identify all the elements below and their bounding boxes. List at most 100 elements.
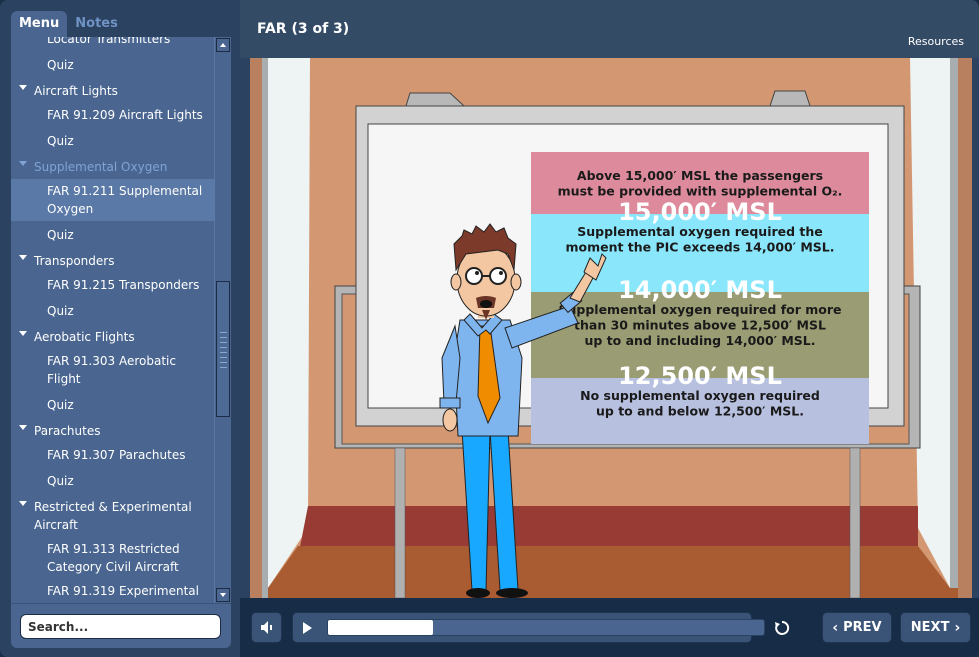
replay-icon[interactable] xyxy=(773,619,791,637)
glasses-left xyxy=(465,267,483,285)
menu-panel: Locator Transmitters Quiz Aircraft Lights F… xyxy=(11,37,231,603)
menu-item-label: Aerobatic Flights xyxy=(34,330,135,344)
board-clip-right xyxy=(769,90,811,107)
band-text: must be provided with supplemental O₂. xyxy=(558,184,843,199)
menu-scrollbar[interactable] xyxy=(214,37,231,603)
caret-down-icon xyxy=(19,501,27,506)
progress-bar[interactable] xyxy=(327,619,765,636)
menu-section[interactable]: Aerobatic Flights xyxy=(11,323,214,349)
prev-button[interactable]: ‹ PREV xyxy=(822,612,892,643)
player-window: Menu Notes Locator Transmitters Quiz Aircr… xyxy=(0,0,979,657)
caret-down-icon xyxy=(19,425,27,430)
ear-right xyxy=(510,273,522,291)
menu-item-quiz[interactable]: Quiz xyxy=(11,391,214,417)
easel-leg-right xyxy=(849,447,861,598)
menu-item-label: Quiz xyxy=(47,58,74,72)
menu-item-label: FAR 91.209 Aircraft Lights xyxy=(47,108,203,122)
menu-section[interactable]: Transponders xyxy=(11,247,214,273)
volume-button[interactable] xyxy=(251,612,282,643)
prev-label: PREV xyxy=(843,620,882,635)
band-text: Supplemental oxygen required the xyxy=(577,224,823,239)
band-text: moment the PIC exceeds 14,000′ MSL. xyxy=(565,240,834,255)
search-area xyxy=(11,603,231,648)
slide-title: FAR (3 of 3) xyxy=(257,21,350,37)
menu-item-label: Aircraft Lights xyxy=(34,84,118,98)
resources-link[interactable]: Resources xyxy=(908,35,964,48)
speaker-icon xyxy=(261,621,272,634)
menu-item[interactable]: Locator Transmitters xyxy=(11,37,214,51)
altitude-label: 14,000′ MSL xyxy=(618,276,782,304)
search-input[interactable] xyxy=(20,614,221,639)
menu-item-label: Supplemental Oxygen xyxy=(34,160,168,174)
shoe-right xyxy=(496,588,528,598)
menu-item-quiz[interactable]: Quiz xyxy=(11,467,214,493)
pupil-left xyxy=(475,271,479,275)
menu-item-quiz[interactable]: Quiz xyxy=(11,127,214,153)
menu-item-label: Restricted & Experimental Aircraft xyxy=(34,500,192,532)
tab-menu[interactable]: Menu xyxy=(11,11,68,37)
seekbar-container xyxy=(292,612,790,643)
menu-section[interactable]: Aircraft Lights xyxy=(11,77,214,103)
band-text: up to and below 12,500′ MSL. xyxy=(596,404,804,419)
menu-item-label: Transponders xyxy=(34,254,115,268)
altitude-label: 12,500′ MSL xyxy=(618,362,782,390)
menu-item[interactable]: FAR 91.211 Supplemental Oxygen xyxy=(11,179,214,221)
next-button[interactable]: NEXT › xyxy=(900,612,971,643)
menu-item[interactable]: FAR 91.319 Experimental Category Airplan… xyxy=(11,579,214,603)
easel-leg-left xyxy=(394,447,406,598)
band-text: than 30 minutes above 12,500′ MSL xyxy=(574,318,826,333)
caret-down-icon xyxy=(19,255,27,260)
ear-left xyxy=(450,273,462,291)
player-controls: ‹ PREV NEXT › xyxy=(240,598,979,657)
next-label: NEXT xyxy=(910,620,950,635)
band-text: up to and including 14,000′ MSL. xyxy=(585,333,816,348)
caret-down-icon xyxy=(19,161,27,166)
band-text: No supplemental oxygen required xyxy=(580,388,820,403)
menu-section[interactable]: Restricted & Experimental Aircraft xyxy=(11,493,214,537)
menu-item-quiz[interactable]: Quiz xyxy=(11,297,214,323)
menu-item-label: Quiz xyxy=(47,228,74,242)
right-wall-edge xyxy=(958,58,972,598)
menu-item-label: Locator Transmitters xyxy=(47,37,171,46)
band-text: Supplemental oxygen required for more xyxy=(559,302,842,317)
sidebar: Menu Notes Locator Transmitters Quiz Aircr… xyxy=(0,0,240,657)
menu-item[interactable]: FAR 91.215 Transponders xyxy=(11,273,214,297)
menu-item[interactable]: FAR 91.209 Aircraft Lights xyxy=(11,103,214,127)
arrow-down-icon xyxy=(220,593,226,597)
menu-section[interactable]: Parachutes xyxy=(11,417,214,443)
slide-scene: Above 15,000′ MSL the passengersmust be … xyxy=(250,58,972,598)
scrollbar-thumb[interactable] xyxy=(216,281,230,417)
progress-fill xyxy=(328,620,433,635)
scroll-down-button[interactable] xyxy=(216,588,230,602)
menu-item-label: Quiz xyxy=(47,134,74,148)
cuff-left xyxy=(439,397,461,409)
menu-item[interactable]: FAR 91.303 Aerobatic Flight xyxy=(11,349,214,391)
play-icon[interactable] xyxy=(303,622,312,634)
menu-item-label: FAR 91.303 Aerobatic Flight xyxy=(47,354,176,386)
menu-item[interactable]: FAR 91.313 Restricted Category Civil Air… xyxy=(11,537,214,579)
menu-item-label: Quiz xyxy=(47,304,74,318)
shoe-left xyxy=(466,588,490,598)
hand-left xyxy=(442,408,458,432)
menu-section[interactable]: Supplemental Oxygen xyxy=(11,153,214,179)
menu-list: Locator Transmitters Quiz Aircraft Lights F… xyxy=(11,37,214,603)
menu-item[interactable]: FAR 91.307 Parachutes xyxy=(11,443,214,467)
menu-item-label: FAR 91.307 Parachutes xyxy=(47,448,186,462)
left-wall-edge xyxy=(250,58,262,598)
menu-item-label: FAR 91.215 Transponders xyxy=(47,278,200,292)
main-area: FAR (3 of 3) Resources Above 15,000′ MSL… xyxy=(240,0,979,657)
menu-item-label: FAR 91.313 Restricted Category Civil Air… xyxy=(47,542,180,574)
grip-icon xyxy=(220,332,227,372)
title-bar: FAR (3 of 3) Resources xyxy=(240,0,979,58)
menu-item-quiz[interactable]: Quiz xyxy=(11,51,214,77)
menu-item-label: Parachutes xyxy=(34,424,101,438)
arrow-up-icon xyxy=(220,43,226,47)
menu-item-label: Quiz xyxy=(47,474,74,488)
right-frame-shadow xyxy=(950,58,958,598)
scroll-up-button[interactable] xyxy=(216,38,230,52)
tab-notes[interactable]: Notes xyxy=(67,11,126,37)
floor xyxy=(268,546,950,588)
altitude-label: 15,000′ MSL xyxy=(618,198,782,226)
menu-item-quiz[interactable]: Quiz xyxy=(11,221,214,247)
mouth xyxy=(480,300,492,308)
